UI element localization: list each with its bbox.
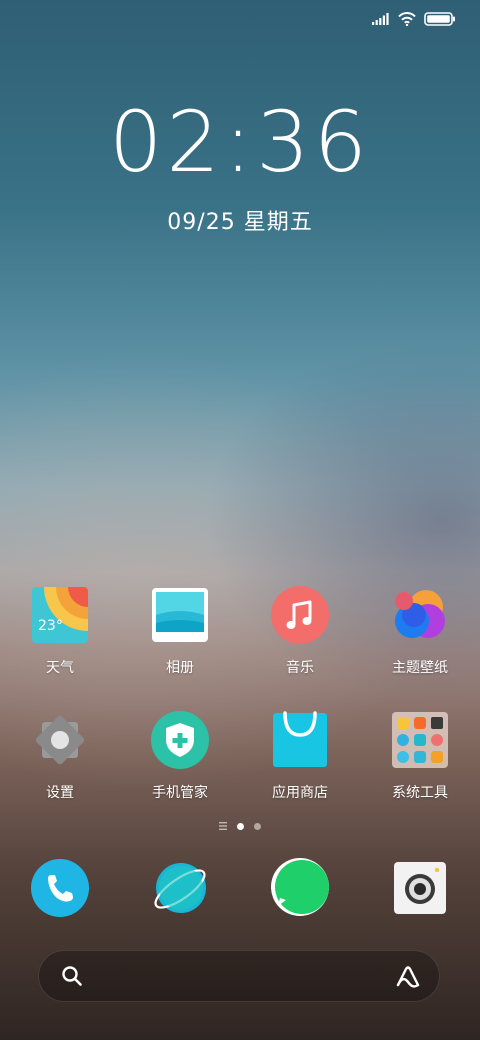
assistant-icon[interactable]	[395, 965, 421, 989]
search-input[interactable]	[99, 961, 373, 993]
app-music[interactable]: 音乐	[240, 585, 360, 710]
app-folder-tools[interactable]: 系统工具	[360, 710, 480, 835]
app-label-security: 手机管家	[152, 785, 208, 801]
app-themes[interactable]: 主题壁纸	[360, 585, 480, 710]
app-appstore[interactable]: 应用商店	[240, 710, 360, 835]
app-grid: 23° 天气 相册 音乐 主题壁纸 设置 手机管家 应用商店 系统工具	[0, 585, 480, 835]
page-dot-active	[237, 822, 244, 830]
gallery-icon	[150, 585, 210, 645]
app-weather[interactable]: 23° 天气	[0, 585, 120, 710]
app-label-settings: 设置	[46, 785, 74, 801]
app-label-tools: 系统工具	[392, 785, 448, 801]
weather-icon: 23°	[30, 585, 90, 645]
app-row-2: 设置 手机管家 应用商店 系统工具	[0, 710, 480, 835]
wifi-icon	[398, 12, 416, 26]
camera-icon	[390, 858, 450, 918]
menu-lines-icon	[219, 822, 227, 830]
page-dot	[254, 822, 261, 830]
phone-icon	[30, 858, 90, 918]
app-label-themes: 主题壁纸	[392, 660, 448, 676]
weather-temp: 23°	[38, 618, 63, 634]
search-icon[interactable]	[61, 965, 83, 987]
app-gallery[interactable]: 相册	[120, 585, 240, 710]
app-settings[interactable]: 设置	[0, 710, 120, 835]
messages-icon	[270, 858, 330, 918]
clock-time: 02:36	[108, 93, 372, 191]
dock-phone[interactable]	[0, 858, 120, 922]
dock	[0, 858, 480, 922]
dock-camera[interactable]	[360, 858, 480, 922]
status-icons	[372, 12, 456, 26]
app-label-gallery: 相册	[166, 660, 194, 676]
app-label-appstore: 应用商店	[272, 785, 328, 801]
dock-messages[interactable]	[240, 858, 360, 922]
signal-icon	[372, 13, 389, 25]
themes-icon	[390, 585, 450, 645]
page-indicator[interactable]	[0, 822, 480, 830]
clock-date: 09/25 星期五	[167, 210, 313, 235]
battery-icon	[424, 12, 455, 26]
dock-browser[interactable]	[120, 858, 240, 922]
music-icon	[270, 585, 330, 645]
browser-icon	[150, 858, 210, 918]
app-row-1: 23° 天气 相册 音乐 主题壁纸	[0, 585, 480, 710]
settings-icon	[30, 710, 90, 770]
app-label-weather: 天气	[46, 660, 74, 676]
status-bar	[0, 0, 480, 40]
security-icon	[150, 710, 210, 770]
system-tools-folder-icon	[390, 710, 450, 770]
search-bar[interactable]	[38, 950, 440, 1002]
app-label-music: 音乐	[286, 660, 314, 676]
lock-clock[interactable]: 02:36 09/25 星期五	[0, 100, 480, 236]
app-store-icon	[270, 710, 330, 770]
app-security[interactable]: 手机管家	[120, 710, 240, 835]
